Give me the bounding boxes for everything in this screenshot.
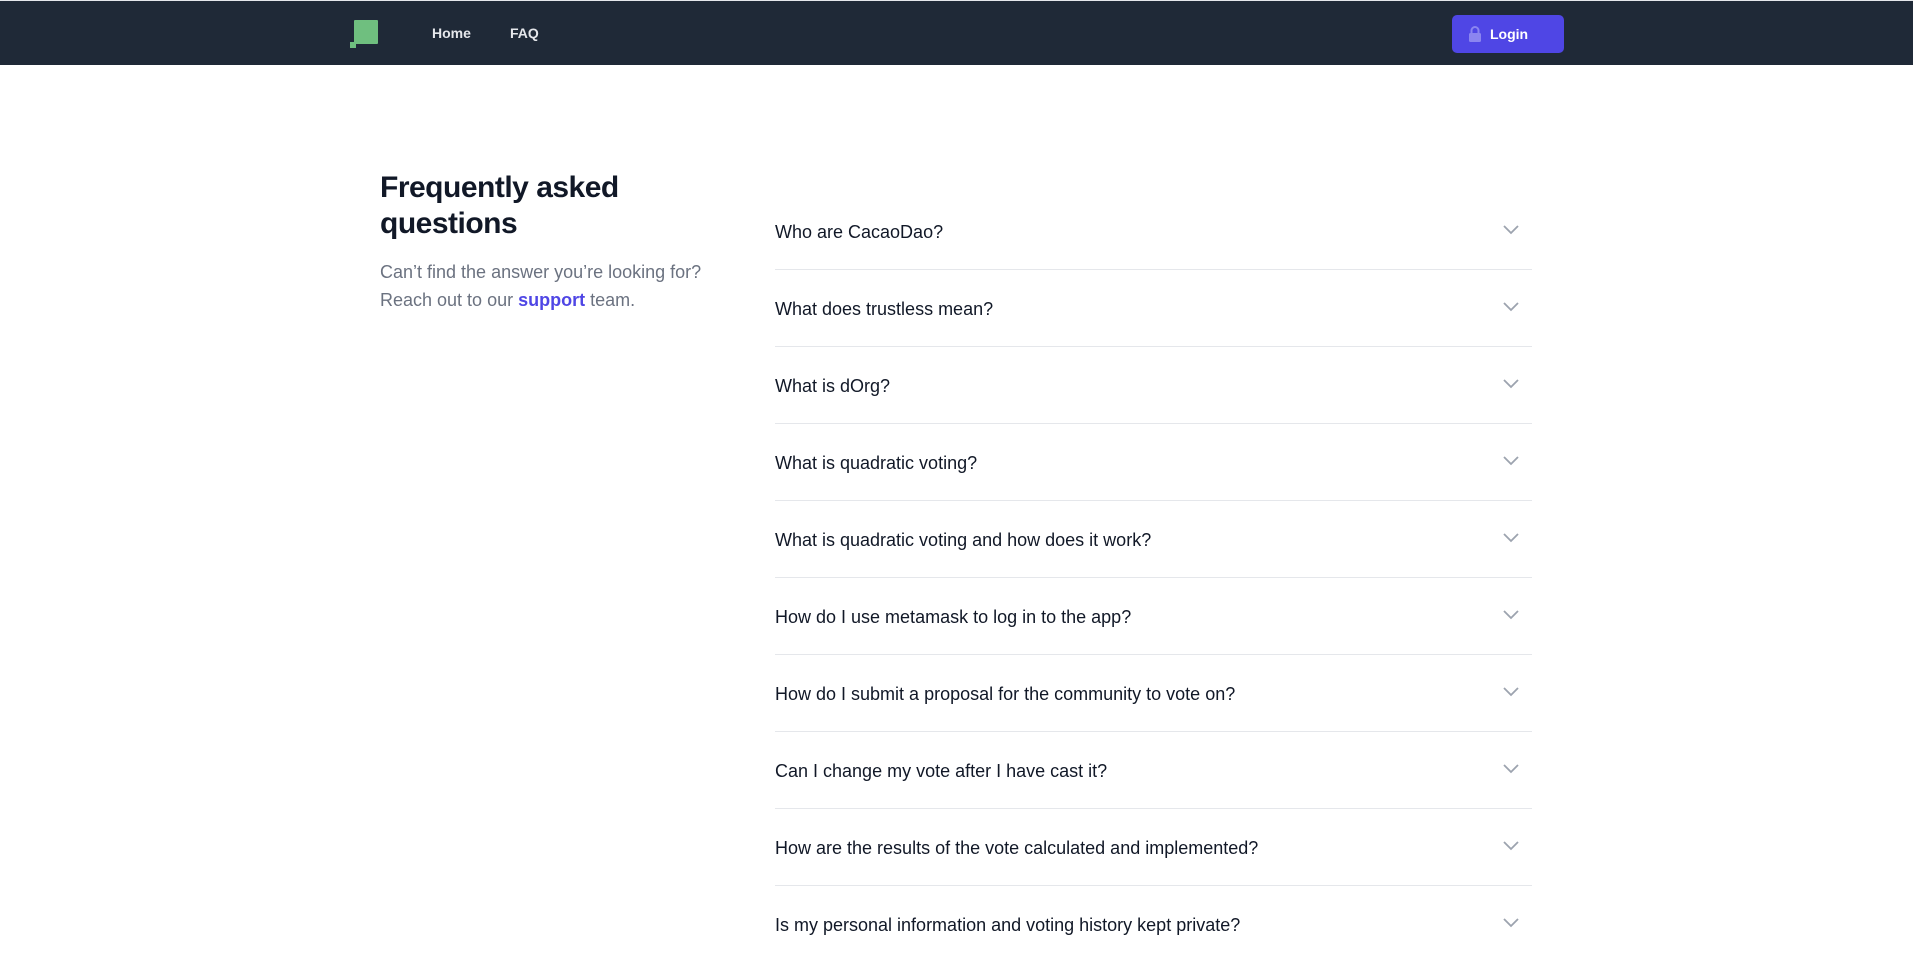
faq-question: What is dOrg? [775,376,891,396]
chevron-down-icon[interactable] [1502,763,1520,775]
faq-item[interactable]: How are the results of the vote calculat… [775,809,1532,886]
login-button[interactable]: Login [1452,15,1564,53]
faq-item[interactable]: What is dOrg? [775,347,1532,424]
nav-link-faq[interactable]: FAQ [510,24,539,42]
faq-item[interactable]: What is quadratic voting? [775,424,1532,501]
top-navbar: Home FAQ Login [0,0,1913,65]
faq-question: Who are CacaoDao? [775,222,944,242]
support-link[interactable]: support [518,290,585,310]
faq-subtitle: Can’t find the answer you’re looking for… [380,258,720,314]
subtitle-text-end: team. [585,290,636,310]
lock-icon [1469,26,1481,42]
faq-item[interactable]: How do I submit a proposal for the commu… [775,655,1532,732]
faq-question: What does trustless mean? [775,299,994,319]
faq-list: Who are CacaoDao? What does trustless me… [775,193,1532,963]
login-label: Login [1490,26,1529,42]
faq-question: Is my personal information and voting hi… [775,915,1241,935]
faq-question: How do I use metamask to log in to the a… [775,607,1132,627]
faq-question: Can I change my vote after I have cast i… [775,761,1108,781]
page-title: Frequently asked questions [380,171,619,240]
faq-item[interactable]: What does trustless mean? [775,270,1532,347]
chevron-down-icon[interactable] [1502,686,1520,698]
faq-item[interactable]: Who are CacaoDao? [775,193,1532,270]
faq-question: What is quadratic voting? [775,453,978,473]
chevron-down-icon[interactable] [1502,840,1520,852]
faq-item[interactable]: What is quadratic voting and how does it… [775,501,1532,578]
faq-question: How are the results of the vote calculat… [775,838,1259,858]
chevron-down-icon[interactable] [1502,224,1520,236]
chevron-down-icon[interactable] [1502,455,1520,467]
faq-question: How do I submit a proposal for the commu… [775,684,1236,704]
chevron-down-icon[interactable] [1502,378,1520,390]
chevron-down-icon[interactable] [1502,917,1520,929]
chevron-down-icon[interactable] [1502,301,1520,313]
faq-item[interactable]: How do I use metamask to log in to the a… [775,578,1532,655]
faq-question: What is quadratic voting and how does it… [775,530,1152,550]
faq-item[interactable]: Can I change my vote after I have cast i… [775,732,1532,809]
chevron-down-icon[interactable] [1502,532,1520,544]
nav-link-home[interactable]: Home [432,24,471,42]
chevron-down-icon[interactable] [1502,609,1520,621]
logo-square-icon[interactable] [350,20,378,48]
faq-item[interactable]: Is my personal information and voting hi… [775,886,1532,963]
